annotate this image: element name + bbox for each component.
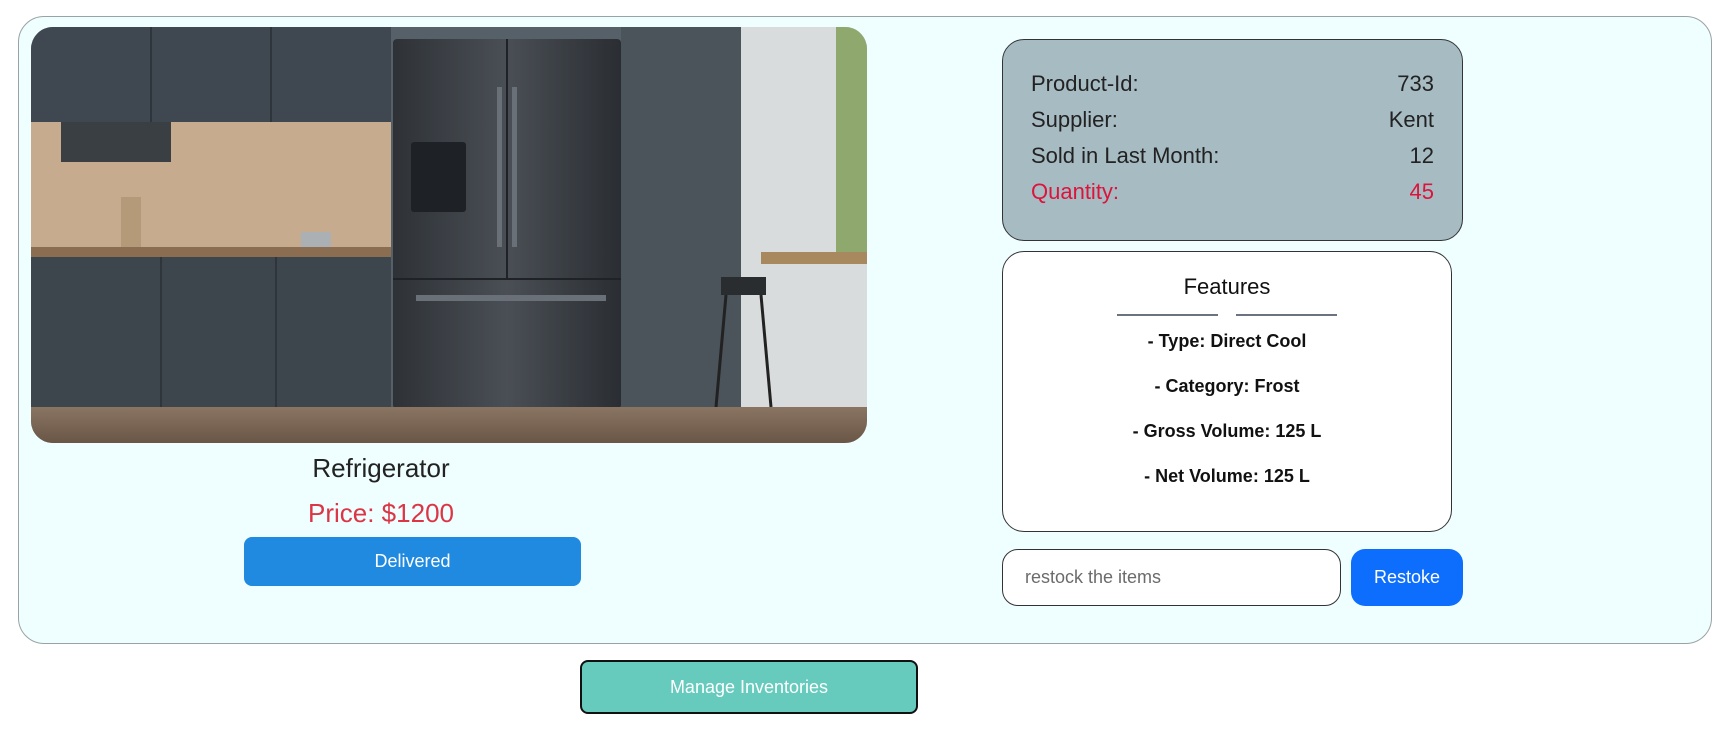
features-divider bbox=[1003, 314, 1451, 316]
product-details-panel: Product-Id: 733 Supplier: Kent Sold in L… bbox=[1002, 39, 1463, 241]
feature-item: - Net Volume: 125 L bbox=[1144, 466, 1310, 486]
divider-line bbox=[1236, 314, 1337, 316]
detail-value: 733 bbox=[1397, 71, 1434, 96]
detail-row-supplier: Supplier: Kent bbox=[1031, 102, 1434, 138]
detail-row-quantity: Quantity: 45 bbox=[1031, 174, 1434, 210]
restock-input[interactable] bbox=[1002, 549, 1341, 606]
detail-row-product-id: Product-Id: 733 bbox=[1031, 66, 1434, 102]
detail-label: Quantity: bbox=[1031, 179, 1120, 204]
feature-item: - Gross Volume: 125 L bbox=[1132, 421, 1322, 441]
divider-line bbox=[1117, 314, 1218, 316]
product-card: Refrigerator Price: $1200 Delivered Prod… bbox=[18, 16, 1712, 644]
manage-inventories-button[interactable]: Manage Inventories bbox=[580, 660, 918, 714]
feature-item: - Category: Frost bbox=[1154, 376, 1300, 396]
refrigerator-photo bbox=[31, 27, 867, 443]
features-panel: Features - Type: Direct Cool - Category:… bbox=[1002, 251, 1452, 532]
delivered-button[interactable]: Delivered bbox=[244, 537, 581, 586]
detail-value: 12 bbox=[1409, 143, 1434, 168]
detail-value: Kent bbox=[1388, 107, 1434, 132]
restock-button[interactable]: Restoke bbox=[1351, 549, 1463, 606]
product-name: Refrigerator bbox=[312, 453, 450, 483]
product-image bbox=[31, 27, 867, 443]
feature-item: - Type: Direct Cool bbox=[1147, 331, 1307, 351]
features-title: Features bbox=[1183, 274, 1271, 299]
detail-value: 45 bbox=[1409, 179, 1434, 204]
product-price: Price: $1200 bbox=[308, 498, 454, 528]
detail-row-sold-last-month: Sold in Last Month: 12 bbox=[1031, 138, 1434, 174]
detail-label: Sold in Last Month: bbox=[1031, 143, 1220, 168]
detail-label: Supplier: bbox=[1031, 107, 1118, 132]
detail-label: Product-Id: bbox=[1031, 71, 1139, 96]
